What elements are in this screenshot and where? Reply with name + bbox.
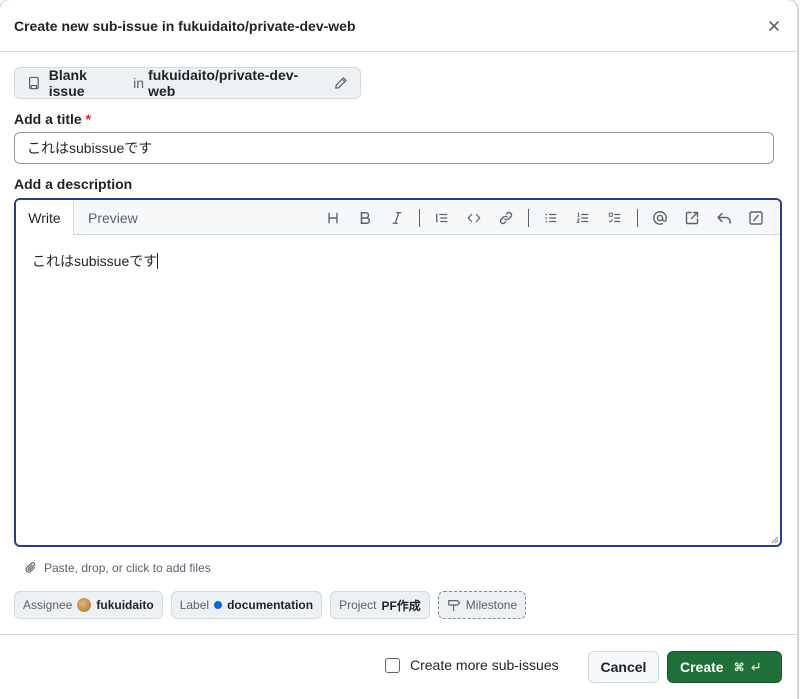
avatar bbox=[77, 598, 92, 612]
description-text: これはsubissueです bbox=[32, 253, 158, 269]
enter-key-icon bbox=[750, 662, 759, 671]
template-repo: fukuidaito/private-dev-web bbox=[148, 67, 299, 99]
toolbar-separator bbox=[528, 208, 529, 227]
paperclip-icon bbox=[25, 562, 36, 573]
project-label: Project bbox=[339, 598, 377, 612]
bold-icon bbox=[360, 211, 371, 224]
title-label: Add a title * bbox=[14, 111, 91, 127]
slash-command-icon bbox=[749, 210, 763, 225]
description-editor: Write Preview これはsubissueです bbox=[14, 198, 782, 547]
quote-icon bbox=[436, 213, 448, 222]
tab-write[interactable]: Write bbox=[16, 200, 74, 236]
attach-files-button[interactable]: Paste, drop, or click to add files bbox=[24, 561, 211, 575]
project-value: PF作成 bbox=[381, 598, 421, 613]
dialog-header: Create new sub-issue in fukuidaito/priva… bbox=[0, 0, 798, 52]
label-label: Label bbox=[179, 598, 210, 612]
footer-divider bbox=[0, 634, 798, 635]
create-more-label: Create more sub-issues bbox=[410, 657, 559, 673]
required-mark: * bbox=[85, 111, 92, 127]
task-list-button[interactable] bbox=[599, 204, 631, 232]
create-button[interactable]: Create ⌘ bbox=[667, 651, 782, 683]
close-button[interactable] bbox=[762, 14, 786, 38]
code-icon bbox=[467, 213, 481, 222]
assignee-button[interactable]: Assignee fukuidaito bbox=[14, 591, 163, 619]
code-button[interactable] bbox=[458, 204, 490, 232]
toolbar-separator bbox=[419, 208, 420, 227]
markdown-toolbar bbox=[317, 200, 772, 235]
assignee-value: fukuidaito bbox=[96, 598, 154, 612]
text-caret bbox=[157, 253, 159, 269]
template-selector-button[interactable]: Blank issue in fukuidaito/private-dev-we… bbox=[14, 67, 361, 99]
metadata-row: Assignee fukuidaito Label documentation … bbox=[14, 591, 527, 619]
mention-button[interactable] bbox=[644, 204, 676, 232]
reply-icon bbox=[717, 212, 731, 224]
heading-button[interactable] bbox=[317, 204, 349, 232]
dialog-title: Create new sub-issue in fukuidaito/priva… bbox=[14, 17, 356, 34]
project-button[interactable]: Project PF作成 bbox=[330, 591, 430, 619]
toolbar-separator bbox=[637, 208, 638, 227]
heading-icon bbox=[328, 212, 338, 223]
link-button[interactable] bbox=[490, 204, 522, 232]
assignee-label: Assignee bbox=[23, 598, 73, 612]
bold-button[interactable] bbox=[349, 204, 381, 232]
checkbox[interactable] bbox=[385, 657, 400, 673]
reference-button[interactable] bbox=[676, 204, 708, 232]
cross-reference-icon bbox=[685, 211, 699, 224]
editor-tabbar: Write Preview bbox=[16, 200, 780, 236]
create-more-checkbox[interactable]: Create more sub-issues bbox=[385, 657, 559, 673]
attach-files-text: Paste, drop, or click to add files bbox=[44, 561, 211, 575]
command-key: ⌘ bbox=[733, 661, 745, 674]
link-icon bbox=[499, 211, 513, 224]
milestone-icon bbox=[447, 600, 461, 612]
bulleted-list-button[interactable] bbox=[535, 204, 567, 232]
numbered-list-button[interactable] bbox=[567, 204, 599, 232]
numbered-list-icon bbox=[576, 212, 589, 223]
mention-icon bbox=[653, 210, 667, 225]
italic-button[interactable] bbox=[381, 204, 413, 232]
resize-handle-icon[interactable] bbox=[771, 536, 779, 544]
bulleted-list-icon bbox=[545, 213, 557, 222]
slash-commands-button[interactable] bbox=[740, 204, 772, 232]
label-value: documentation bbox=[227, 598, 314, 612]
pencil-icon bbox=[335, 77, 347, 89]
create-sub-issue-dialog: Create new sub-issue in fukuidaito/priva… bbox=[0, 0, 798, 699]
cancel-button[interactable]: Cancel bbox=[588, 651, 659, 683]
create-button-label: Create bbox=[680, 659, 724, 675]
task-list-icon bbox=[608, 212, 621, 223]
milestone-button[interactable]: Milestone bbox=[437, 591, 527, 619]
saved-replies-button[interactable] bbox=[708, 204, 740, 232]
template-name: Blank issue bbox=[48, 67, 87, 99]
tab-preview[interactable]: Preview bbox=[88, 200, 138, 236]
quote-button[interactable] bbox=[426, 204, 458, 232]
template-in: in bbox=[133, 75, 145, 91]
italic-icon bbox=[392, 211, 402, 224]
label-button[interactable]: Label documentation bbox=[170, 591, 323, 619]
keyboard-shortcut: ⌘ bbox=[734, 661, 761, 674]
description-label: Add a description bbox=[14, 176, 133, 192]
issue-template-icon bbox=[28, 76, 39, 90]
label-color-dot bbox=[214, 601, 223, 609]
title-label-text: Add a title bbox=[14, 111, 82, 127]
close-icon bbox=[769, 21, 779, 31]
milestone-label: Milestone bbox=[465, 598, 518, 612]
title-input[interactable] bbox=[14, 132, 774, 164]
description-textarea[interactable]: これはsubissueです bbox=[32, 251, 159, 271]
